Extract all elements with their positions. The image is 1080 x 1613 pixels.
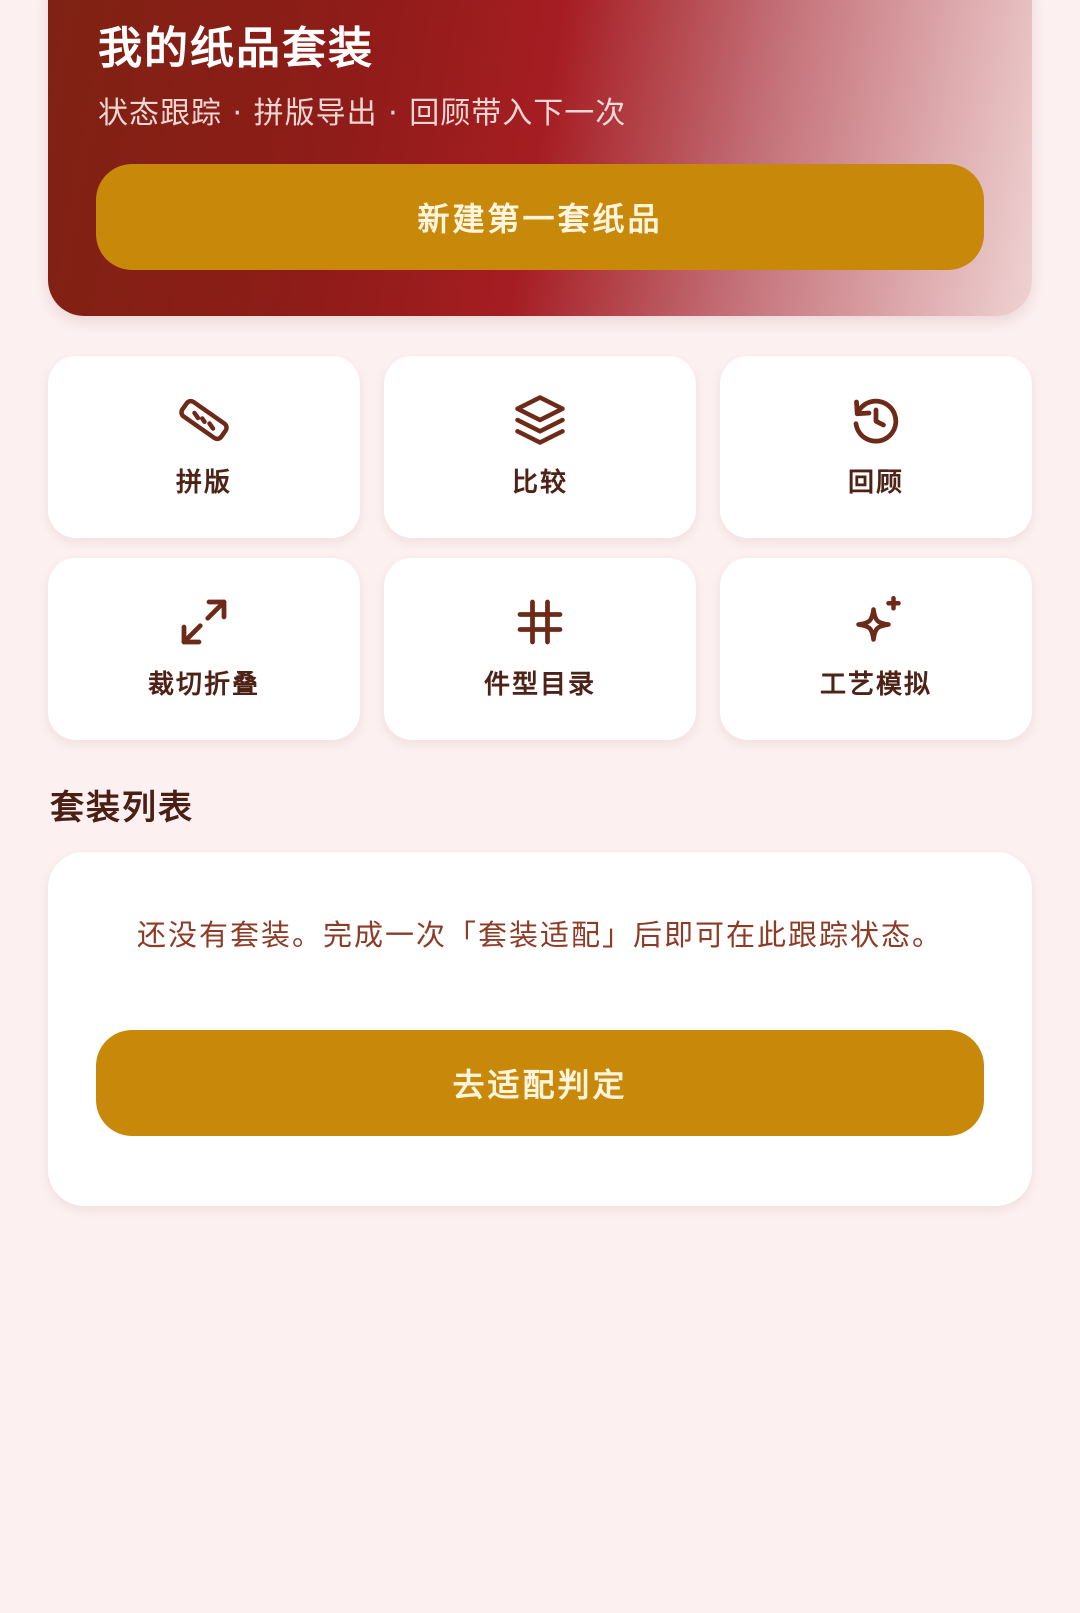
sparkle-icon bbox=[846, 592, 906, 652]
tool-label: 比较 bbox=[511, 468, 568, 498]
hero-banner: 我的纸品套装 状态跟踪 · 拼版导出 · 回顾带入下一次 新建第一套纸品 bbox=[48, 0, 1032, 316]
go-fit-check-button[interactable]: 去适配判定 bbox=[96, 1030, 984, 1136]
layers-icon bbox=[510, 390, 570, 450]
tool-label: 回顾 bbox=[847, 468, 904, 498]
tool-process-sim[interactable]: 工艺模拟 bbox=[720, 558, 1032, 740]
tool-review[interactable]: 回顾 bbox=[720, 356, 1032, 538]
tool-cut-fold[interactable]: 裁切折叠 bbox=[48, 558, 360, 740]
hash-icon bbox=[510, 592, 570, 652]
ruler-icon bbox=[174, 390, 234, 450]
tool-label: 裁切折叠 bbox=[147, 670, 260, 700]
expand-arrows-icon bbox=[174, 592, 234, 652]
tool-compare[interactable]: 比较 bbox=[384, 356, 696, 538]
tool-label: 件型目录 bbox=[483, 670, 596, 700]
empty-state-message: 还没有套装。完成一次「套装适配」后即可在此跟踪状态。 bbox=[136, 918, 943, 952]
new-set-button[interactable]: 新建第一套纸品 bbox=[96, 164, 984, 270]
tool-label: 拼版 bbox=[175, 468, 232, 498]
tool-piece-catalog[interactable]: 件型目录 bbox=[384, 558, 696, 740]
sets-empty-state: 还没有套装。完成一次「套装适配」后即可在此跟踪状态。 去适配判定 bbox=[48, 852, 1032, 1206]
history-icon bbox=[846, 390, 906, 450]
sets-section-title: 套装列表 bbox=[50, 788, 194, 828]
page-title: 我的纸品套装 bbox=[98, 23, 374, 74]
tool-imposition[interactable]: 拼版 bbox=[48, 356, 360, 538]
hero-subtitle: 状态跟踪 · 拼版导出 · 回顾带入下一次 bbox=[98, 96, 627, 131]
tool-label: 工艺模拟 bbox=[819, 670, 932, 700]
